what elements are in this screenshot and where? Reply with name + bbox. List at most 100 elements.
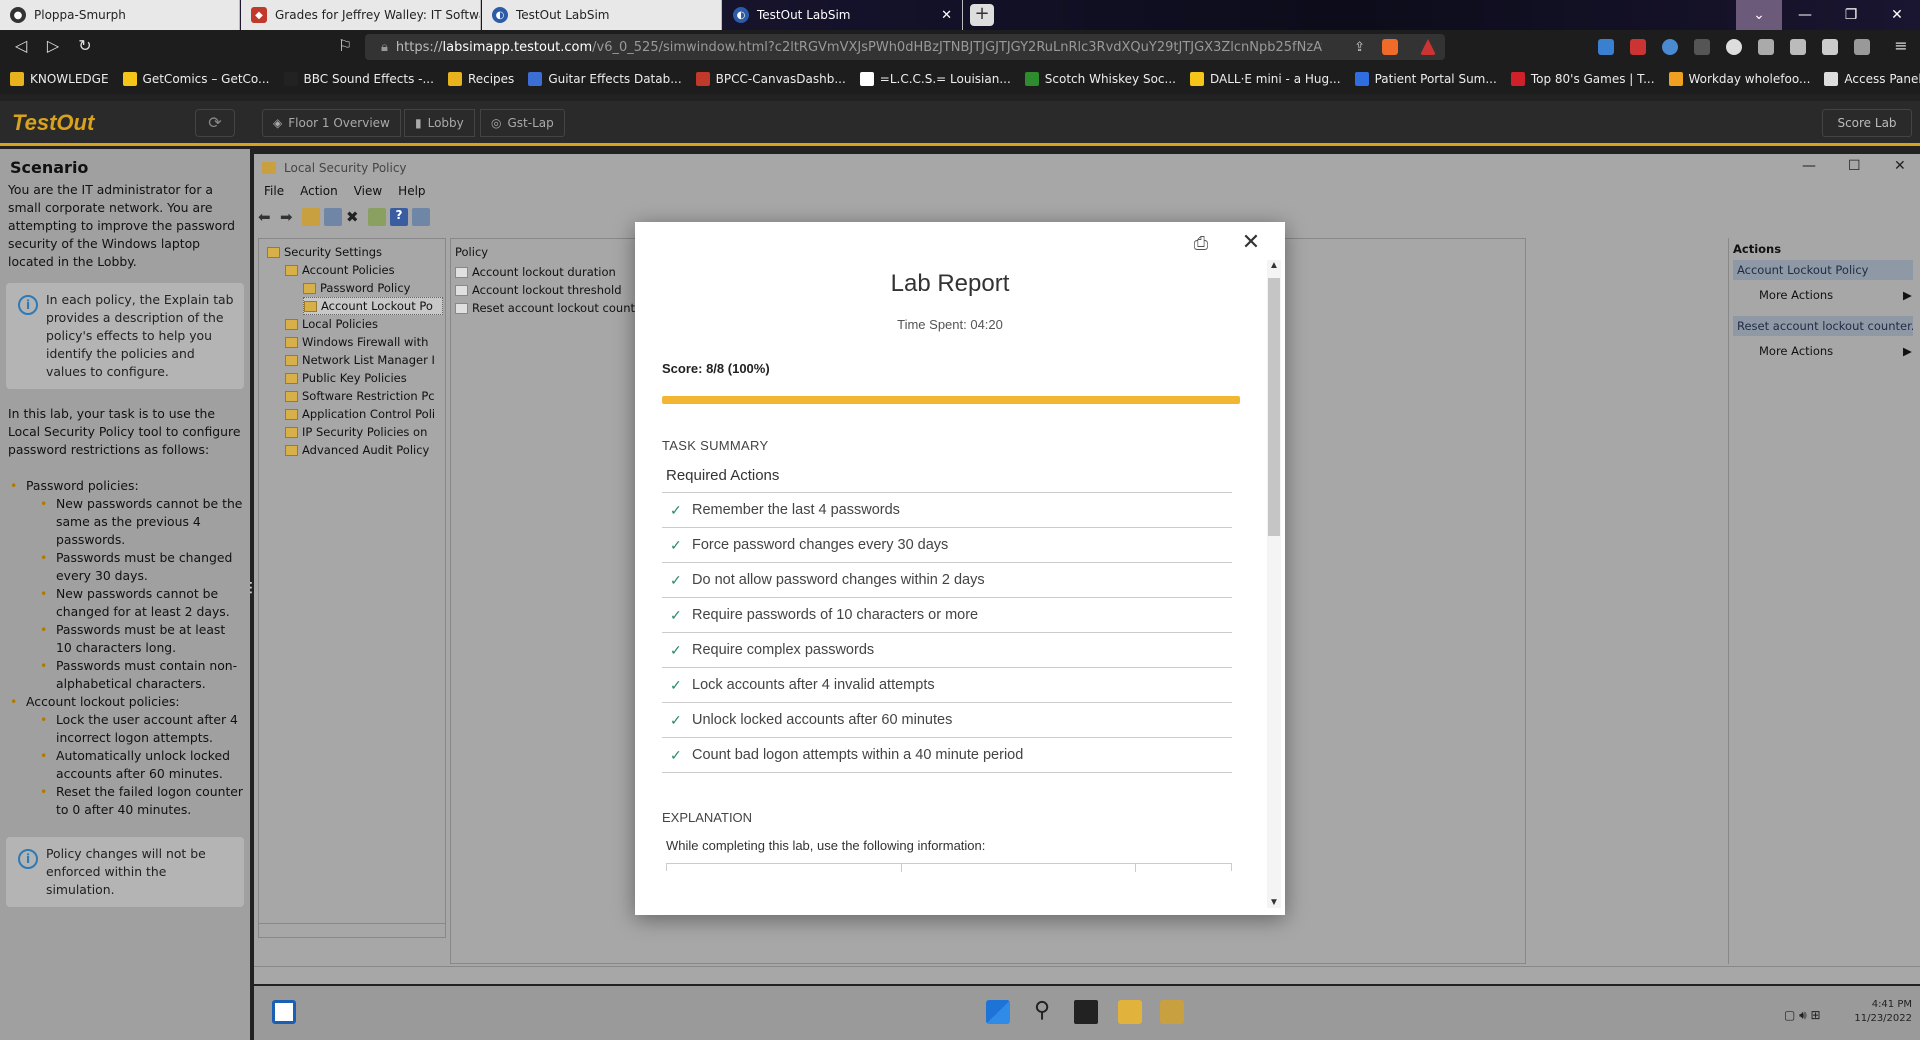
bookmark-item[interactable]: DALL·E mini - a Hug... (1189, 72, 1341, 86)
policy-column-header[interactable]: Policy (455, 245, 488, 259)
restore-icon[interactable]: ❐ (1828, 0, 1874, 30)
minimize-icon[interactable]: — (1782, 0, 1828, 30)
reading-list-icon[interactable] (1790, 39, 1806, 55)
up-folder-icon[interactable] (302, 208, 320, 226)
bookmark-item[interactable]: Access Panel Applic... (1824, 72, 1920, 86)
score-lab-button[interactable]: Score Lab (1822, 109, 1912, 137)
task-view-icon[interactable] (1074, 1000, 1098, 1024)
close-icon[interactable]: ✕ (1894, 158, 1906, 174)
browser-tab[interactable]: ● Ploppa-Smurph (0, 0, 240, 30)
maximize-icon[interactable]: ☐ (1848, 158, 1861, 174)
bookmark-item[interactable]: Scotch Whiskey Soc... (1024, 72, 1176, 86)
extension-s-icon[interactable] (1630, 39, 1646, 55)
bookmark-item[interactable]: Workday wholefoo... (1668, 72, 1810, 86)
browser-tab-active[interactable]: ◐ TestOut LabSim ✕ (723, 0, 963, 30)
print-icon[interactable]: ⎙ (1188, 233, 1214, 257)
menu-help[interactable]: Help (398, 184, 425, 204)
wallet-icon[interactable] (1854, 39, 1870, 55)
bookmark-item[interactable]: Recipes (447, 72, 514, 86)
tree-node[interactable]: Security Settings (267, 243, 443, 261)
menu-icon[interactable]: ≡ (1890, 36, 1912, 55)
extensions-icon[interactable] (1758, 39, 1774, 55)
tree-node[interactable]: Local Policies (285, 315, 443, 333)
policy-row[interactable]: Account lockout duration (455, 263, 616, 281)
tree-node[interactable]: Windows Firewall with (285, 333, 443, 351)
back-icon[interactable]: ◁ (10, 36, 32, 55)
reload-icon[interactable]: ↻ (74, 36, 96, 55)
tree-node[interactable]: Application Control Poli (285, 405, 443, 423)
menu-action[interactable]: Action (300, 184, 338, 204)
tree-node[interactable]: Software Restriction Pc (285, 387, 443, 405)
tab-search-icon[interactable]: ⌄ (1736, 0, 1782, 30)
react-icon[interactable] (1662, 39, 1678, 55)
address-bar[interactable]: 🔒︎ https://labsimapp.testout.com/v6_0_52… (365, 34, 1445, 60)
local-security-policy-taskbar-icon[interactable] (1160, 1000, 1184, 1024)
share-icon[interactable]: ⇪ (1354, 40, 1365, 55)
delete-icon[interactable]: ✖ (346, 208, 364, 226)
bookmark-item[interactable]: Guitar Effects Datab... (528, 72, 682, 86)
more-actions[interactable]: More Actions (1759, 288, 1833, 302)
show-hide-tree-icon[interactable] (324, 208, 342, 226)
minimize-icon[interactable]: — (1802, 158, 1816, 174)
forward-arrow-icon[interactable]: ➡ (280, 208, 298, 226)
close-window-icon[interactable]: ✕ (1874, 0, 1920, 30)
tree-node[interactable]: Network List Manager I (285, 351, 443, 369)
more-actions[interactable]: More Actions (1759, 344, 1833, 358)
bookmark-item[interactable]: BBC Sound Effects -... (283, 72, 434, 86)
menu-view[interactable]: View (354, 184, 382, 204)
sidebar-icon[interactable] (1822, 39, 1838, 55)
file-explorer-icon[interactable] (1118, 1000, 1142, 1024)
widgets-icon[interactable] (272, 1000, 296, 1024)
breadcrumb-floor[interactable]: ◈ Floor 1 Overview (262, 109, 401, 137)
bookmark-item[interactable]: BPCC-CanvasDashb... (695, 72, 846, 86)
forward-icon[interactable]: ▷ (42, 36, 64, 55)
submenu-arrow-icon: ▶ (1903, 288, 1912, 302)
browser-tab[interactable]: ◐ TestOut LabSim (482, 0, 722, 30)
tree-node[interactable]: Password Policy (303, 279, 443, 297)
system-clock[interactable]: 4:41 PM 11/23/2022 (1854, 998, 1912, 1026)
bookmark-icon[interactable]: ⚐ (334, 36, 356, 55)
extension-dot-icon[interactable] (1726, 39, 1742, 55)
task-item: ✓ Unlock locked accounts after 60 minutes (662, 703, 1232, 738)
scroll-thumb[interactable] (1268, 278, 1280, 536)
browser-tab[interactable]: ◆ Grades for Jeffrey Walley: IT Software (241, 0, 481, 30)
back-arrow-icon[interactable]: ⬅ (258, 208, 276, 226)
close-tab-icon[interactable]: ✕ (941, 8, 952, 23)
scroll-down-icon[interactable]: ▼ (1267, 897, 1281, 908)
new-tab-button[interactable]: + (970, 4, 994, 26)
menu-file[interactable]: File (264, 184, 284, 204)
breadcrumb-lobby[interactable]: ▮ Lobby (404, 109, 475, 137)
tray-icons[interactable]: ▢ 🔊︎ ⊞ (1784, 1008, 1821, 1023)
policy-row[interactable]: Reset account lockout counter (455, 299, 647, 317)
brave-shields-icon[interactable] (1382, 39, 1398, 55)
close-icon[interactable]: ✕ (1240, 231, 1262, 254)
extension-w-icon[interactable] (1694, 39, 1710, 55)
tree-node[interactable]: Public Key Policies (285, 369, 443, 387)
help-icon[interactable]: ? (390, 208, 408, 226)
refresh-button[interactable]: ⟳ (195, 109, 235, 137)
action-group-header[interactable]: Account Lockout Policy (1733, 260, 1913, 280)
translate-icon[interactable] (1598, 39, 1614, 55)
scroll-up-icon[interactable]: ▲ (1267, 260, 1281, 271)
policy-row[interactable]: Account lockout threshold (455, 281, 622, 299)
tree-horizontal-scrollbar[interactable] (259, 923, 445, 937)
tree-node[interactable]: IP Security Policies on (285, 423, 443, 441)
bookmark-item[interactable]: GetComics – GetCo... (122, 72, 270, 86)
crumb-label: Gst-Lap (507, 116, 554, 130)
bookmark-item[interactable]: Patient Portal Sum... (1354, 72, 1497, 86)
bookmark-item[interactable]: =L.C.C.S.= Louisian... (859, 72, 1011, 86)
export-list-icon[interactable] (368, 208, 386, 226)
dialog-scrollbar[interactable]: ▲ ▼ (1267, 260, 1281, 908)
browser-tab-strip: ● Ploppa-Smurph ◆ Grades for Jeffrey Wal… (0, 0, 1920, 30)
bookmark-item[interactable]: Top 80's Games | T... (1510, 72, 1655, 86)
policy-name: Account lockout threshold (472, 283, 622, 297)
breadcrumb-device[interactable]: ◎ Gst-Lap (480, 109, 565, 137)
action-group-header[interactable]: Reset account lockout counter... (1733, 316, 1913, 336)
tree-node[interactable]: Account Policies (285, 261, 443, 279)
tree-node[interactable]: Advanced Audit Policy (285, 441, 443, 459)
start-icon[interactable] (986, 1000, 1010, 1024)
tree-node[interactable]: Account Lockout Po (303, 297, 443, 315)
action-pane-icon[interactable] (412, 208, 430, 226)
bookmark-item[interactable]: KNOWLEDGE (10, 72, 109, 86)
search-icon[interactable]: ⚲ (1030, 1000, 1054, 1024)
